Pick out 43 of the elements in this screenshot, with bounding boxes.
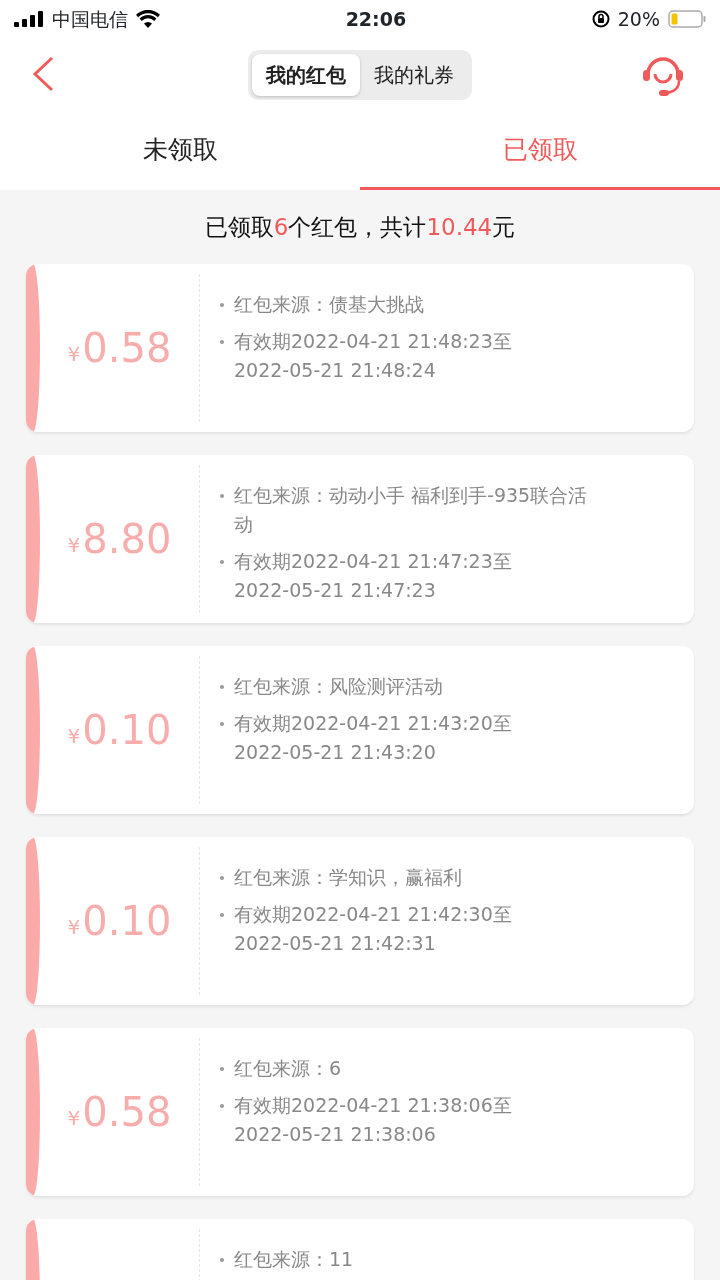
battery-icon (668, 10, 706, 28)
packet-source: 红包来源：债基大挑战 (234, 292, 424, 317)
summary-text: 已领取6个红包，共计10.44元 (204, 212, 516, 242)
clock: 22:06 (345, 6, 407, 32)
bullet-icon (220, 1258, 224, 1262)
packet-source: 红包来源：学知识，赢福利 (234, 865, 462, 890)
packet-amount: 0.58 (82, 328, 172, 368)
packet-amount: 0.10 (82, 710, 172, 750)
signal-icon (14, 11, 44, 27)
validity-period: 有效期2022-04-21 21:43:20至2022-05-21 21:43:20 (234, 711, 513, 765)
packet-source: 红包来源：风险测评活动 (234, 674, 443, 699)
validity-period: 有效期2022-04-21 21:38:06至2022-05-21 21:38:06 (234, 1093, 513, 1147)
packet-source: 红包来源：11 (234, 1247, 354, 1272)
packet-amount: 0.58 (82, 1092, 172, 1132)
bullet-icon (220, 722, 224, 726)
carrier-name: 中国电信 (52, 6, 128, 32)
bullet-icon (220, 1067, 224, 1071)
validity-period: 有效期2022-04-21 21:42:30至2022-05-21 21:42:31 (234, 902, 513, 956)
bullet-icon (220, 494, 224, 498)
validity-period: 有效期2022-04-21 21:48:23至2022-05-21 21:48:24 (234, 329, 513, 383)
bullet-icon (220, 1104, 224, 1108)
validity-period: 有效期2022-04-21 21:47:23至2022-05-21 21:47:23 (234, 549, 513, 603)
segment-tab[interactable]: 我的礼券 (360, 54, 468, 96)
packet-source: 红包来源：6 (234, 1056, 342, 1081)
packet-amount: 0.10 (82, 901, 172, 941)
segment-tab[interactable]: 我的红包 (252, 54, 360, 96)
currency-symbol: ¥ (67, 532, 81, 559)
bullet-icon (220, 340, 224, 344)
bullet-icon (220, 876, 224, 880)
back-icon[interactable] (30, 56, 56, 92)
bullet-icon (220, 685, 224, 689)
currency-symbol: ¥ (67, 341, 81, 368)
currency-symbol: ¥ (67, 914, 81, 941)
wifi-icon (136, 10, 160, 28)
battery-percent: 20% (617, 6, 660, 32)
bullet-icon (220, 560, 224, 564)
packet-amount: 8.80 (82, 519, 172, 559)
currency-symbol: ¥ (67, 1105, 81, 1132)
bullet-icon (220, 303, 224, 307)
packet-source: 红包来源：动动小手 福利到手-935联合活动 (234, 483, 589, 537)
currency-symbol: ¥ (67, 723, 81, 750)
rotation-lock-icon (591, 10, 610, 28)
bullet-icon (220, 913, 224, 917)
